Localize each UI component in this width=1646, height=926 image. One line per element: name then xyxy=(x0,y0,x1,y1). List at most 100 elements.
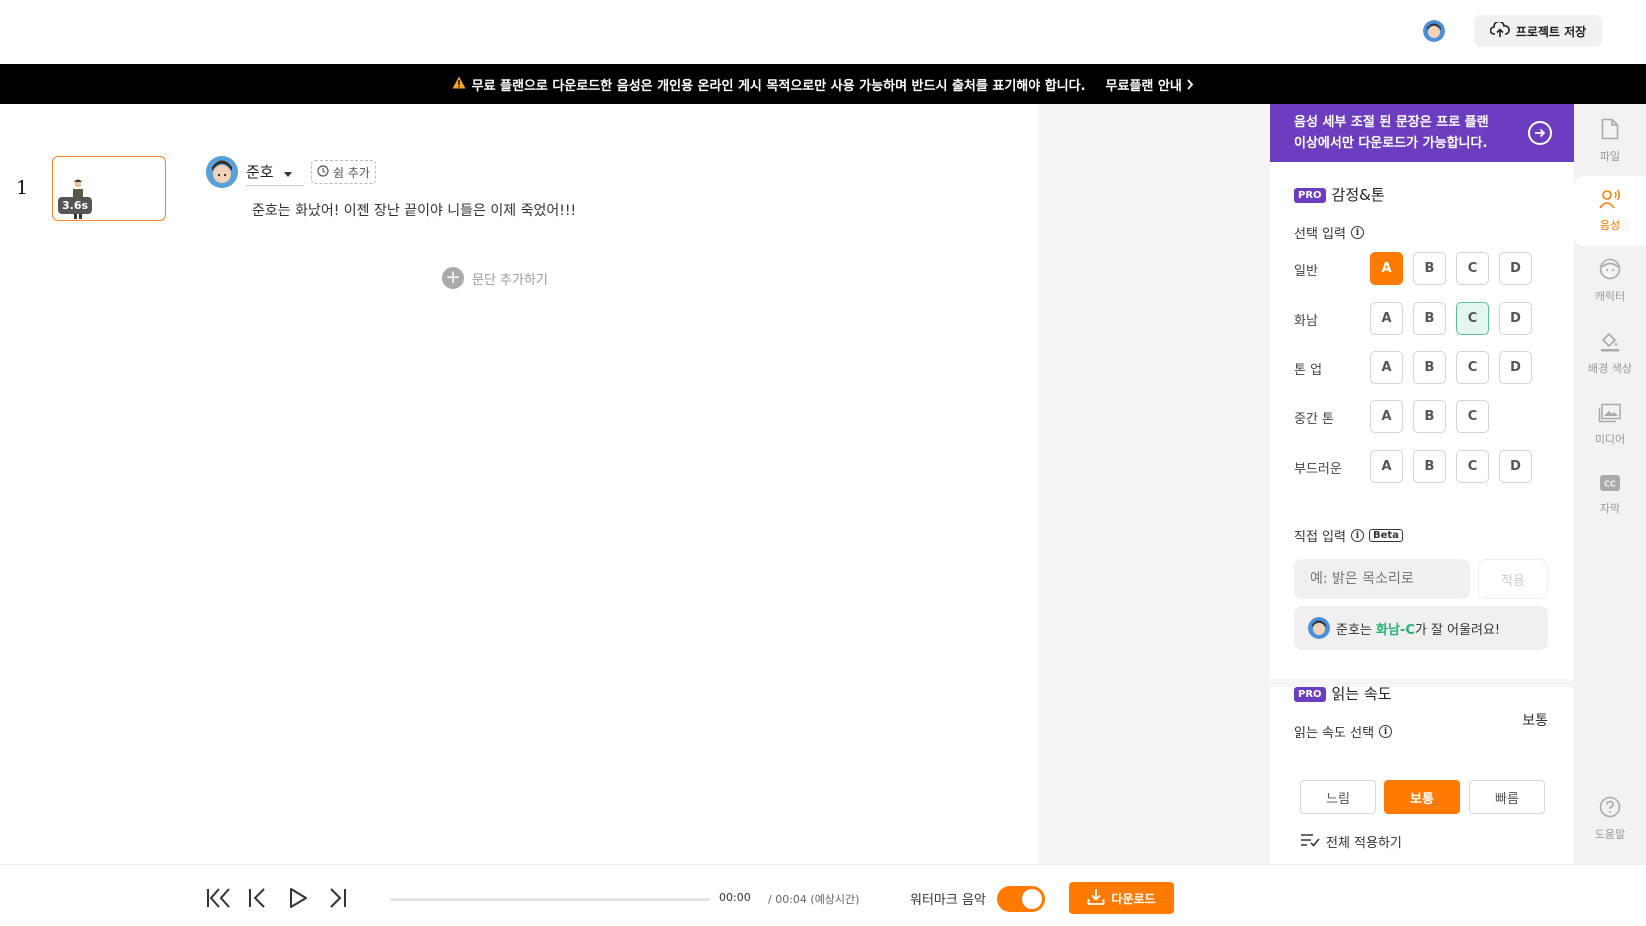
tone-option-button[interactable]: C xyxy=(1456,302,1489,335)
playback-progress[interactable] xyxy=(390,898,710,901)
tone-option-button[interactable]: C xyxy=(1456,351,1489,384)
watermark-music-toggle[interactable] xyxy=(997,886,1045,912)
save-project-button[interactable]: 프로젝트 저장 xyxy=(1474,15,1602,47)
script-text[interactable]: 준호는 화났어! 이젠 장난 끝이야 니들은 이제 죽었어!!! xyxy=(252,200,576,220)
tone-label: 중간 톤 xyxy=(1294,412,1335,427)
tone-option-button[interactable]: A xyxy=(1370,252,1403,285)
sidebar-item-label: 파일 xyxy=(1599,150,1621,163)
emotion-tone-title: PRO 감정&톤 xyxy=(1294,184,1385,205)
notice-bar: 무료 플랜으로 다운로드한 음성은 개인용 온라인 게시 목적으로만 사용 가능… xyxy=(0,64,1646,104)
tone-direct-input[interactable] xyxy=(1294,559,1470,599)
next-icon[interactable] xyxy=(328,887,348,913)
tone-option-button[interactable]: D xyxy=(1499,252,1532,285)
tone-label: 일반 xyxy=(1294,264,1318,279)
tone-label: 톤 업 xyxy=(1294,363,1323,378)
clip-duration: 3.6s xyxy=(58,197,93,214)
tone-option-button[interactable]: B xyxy=(1413,252,1446,285)
free-plan-guide-link[interactable]: 무료플랜 안내 xyxy=(1106,75,1195,94)
tone-row: 부드러운 A B C D xyxy=(1294,450,1554,484)
tone-option-button[interactable]: A xyxy=(1370,302,1403,335)
character-select[interactable]: 준호 xyxy=(246,161,304,186)
arrow-right-circle-icon[interactable] xyxy=(1528,121,1552,145)
tone-recommendation[interactable]: 준호는 화남-C가 잘 어울려요! xyxy=(1294,606,1548,650)
tool-sidebar: 파일 음성 캐릭터 배경 색상 미디어 CC 자막 도움말 xyxy=(1574,104,1646,864)
info-icon[interactable]: i xyxy=(1379,725,1393,738)
tone-option-button[interactable]: B xyxy=(1413,302,1446,335)
notice-text: 무료 플랜으로 다운로드한 음성은 개인용 온라인 게시 목적으로만 사용 가능… xyxy=(471,78,1086,94)
sidebar-item-file[interactable]: 파일 xyxy=(1574,106,1646,176)
direct-input-label: 직접 입력 i Beta xyxy=(1294,526,1403,545)
tone-option-button[interactable]: A xyxy=(1370,450,1403,483)
recommend-text: 준호는 화남-C가 잘 어울려요! xyxy=(1336,619,1500,638)
tone-option-button[interactable]: A xyxy=(1370,400,1403,433)
add-paragraph-button[interactable]: + 문단 추가하기 xyxy=(442,267,548,289)
list-check-icon xyxy=(1300,833,1320,851)
save-project-label: 프로젝트 저장 xyxy=(1515,24,1587,39)
tone-option-button[interactable]: A xyxy=(1370,351,1403,384)
svg-text:CC: CC xyxy=(1604,480,1616,489)
tone-row: 톤 업 ABCD xyxy=(1294,351,1554,385)
caret-down-icon xyxy=(283,163,292,181)
voice-icon xyxy=(1599,189,1621,212)
previous-icon[interactable] xyxy=(248,887,268,913)
file-icon xyxy=(1601,118,1619,143)
speed-select-label: 읽는 속도 선택 i xyxy=(1294,722,1393,741)
sidebar-item-caption[interactable]: CC 자막 xyxy=(1574,460,1646,530)
tone-option-button[interactable]: B xyxy=(1413,450,1446,483)
sidebar-item-character[interactable]: 캐릭터 xyxy=(1574,246,1646,316)
timer-icon xyxy=(317,164,329,180)
tone-option-button[interactable]: B xyxy=(1413,400,1446,433)
tone-option-button[interactable]: D xyxy=(1499,351,1532,384)
tone-option-button[interactable]: B xyxy=(1413,351,1446,384)
tone-option-button[interactable]: C xyxy=(1456,400,1489,433)
plus-icon: + xyxy=(442,267,464,289)
warning-icon xyxy=(452,76,466,93)
user-avatar[interactable] xyxy=(1423,20,1445,42)
info-icon[interactable]: i xyxy=(1350,226,1364,239)
sidebar-item-label: 캐릭터 xyxy=(1594,290,1626,303)
speed-fast-button[interactable]: 빠름 xyxy=(1469,780,1545,814)
emotion-tone-label: 감정&톤 xyxy=(1331,186,1385,204)
cloud-upload-icon xyxy=(1489,20,1510,41)
pro-plan-banner[interactable]: 음성 세부 조절 된 문장은 프로 플랜 이상에서만 다운로드가 가능합니다. xyxy=(1270,104,1574,162)
tone-option-button[interactable]: C xyxy=(1456,450,1489,483)
add-rest-button[interactable]: 쉼 추가 xyxy=(311,160,376,184)
play-icon[interactable] xyxy=(288,887,308,913)
sidebar-item-label: 배경 색상 xyxy=(1588,362,1632,375)
tone-label: 화남 xyxy=(1294,314,1318,329)
download-button[interactable]: 다운로드 xyxy=(1069,882,1174,914)
current-time: 00:00 xyxy=(719,891,751,904)
pro-badge: PRO xyxy=(1294,687,1326,702)
scene-thumbnail[interactable]: 3.6s xyxy=(52,156,166,221)
chevron-right-icon xyxy=(1186,78,1194,94)
apply-button[interactable]: 적용 xyxy=(1478,559,1548,599)
watermark-music-label: 워터마크 음악 xyxy=(910,893,986,908)
select-input-text: 선택 입력 xyxy=(1294,227,1346,242)
total-time: / 00:04 (예상시간) xyxy=(768,893,860,906)
tone-row: 화남 A B C D xyxy=(1294,302,1554,336)
tone-row: 일반 A B C D xyxy=(1294,252,1554,286)
info-icon[interactable]: i xyxy=(1350,529,1364,542)
speed-slow-button[interactable]: 느림 xyxy=(1300,780,1376,814)
editor-gutter xyxy=(1038,104,1270,864)
speed-normal-button[interactable]: 보통 xyxy=(1384,780,1460,814)
sidebar-item-media[interactable]: 미디어 xyxy=(1574,390,1646,460)
skip-to-start-icon[interactable] xyxy=(206,887,232,913)
direct-input-text: 직접 입력 xyxy=(1294,530,1346,545)
tone-label: 부드러운 xyxy=(1294,462,1342,477)
sidebar-item-help[interactable]: 도움말 xyxy=(1574,784,1646,854)
beta-badge: Beta xyxy=(1368,529,1403,542)
speed-select-text: 읽는 속도 선택 xyxy=(1294,726,1375,741)
character-avatar[interactable] xyxy=(206,156,238,188)
tone-option-button[interactable]: D xyxy=(1499,302,1532,335)
sidebar-item-voice[interactable]: 음성 xyxy=(1574,176,1646,246)
sidebar-item-label: 자막 xyxy=(1599,502,1621,515)
apply-all-button[interactable]: 전체 적용하기 xyxy=(1300,832,1402,851)
sidebar-item-background-color[interactable]: 배경 색상 xyxy=(1574,318,1646,388)
tone-option-button[interactable]: C xyxy=(1456,252,1489,285)
add-paragraph-label: 문단 추가하기 xyxy=(472,272,548,288)
tone-option-button[interactable]: D xyxy=(1499,450,1532,483)
recommend-highlight: 화남-C xyxy=(1376,622,1415,638)
select-input-label: 선택 입력 i xyxy=(1294,223,1364,242)
reading-speed-value: 보통 xyxy=(1522,713,1548,729)
